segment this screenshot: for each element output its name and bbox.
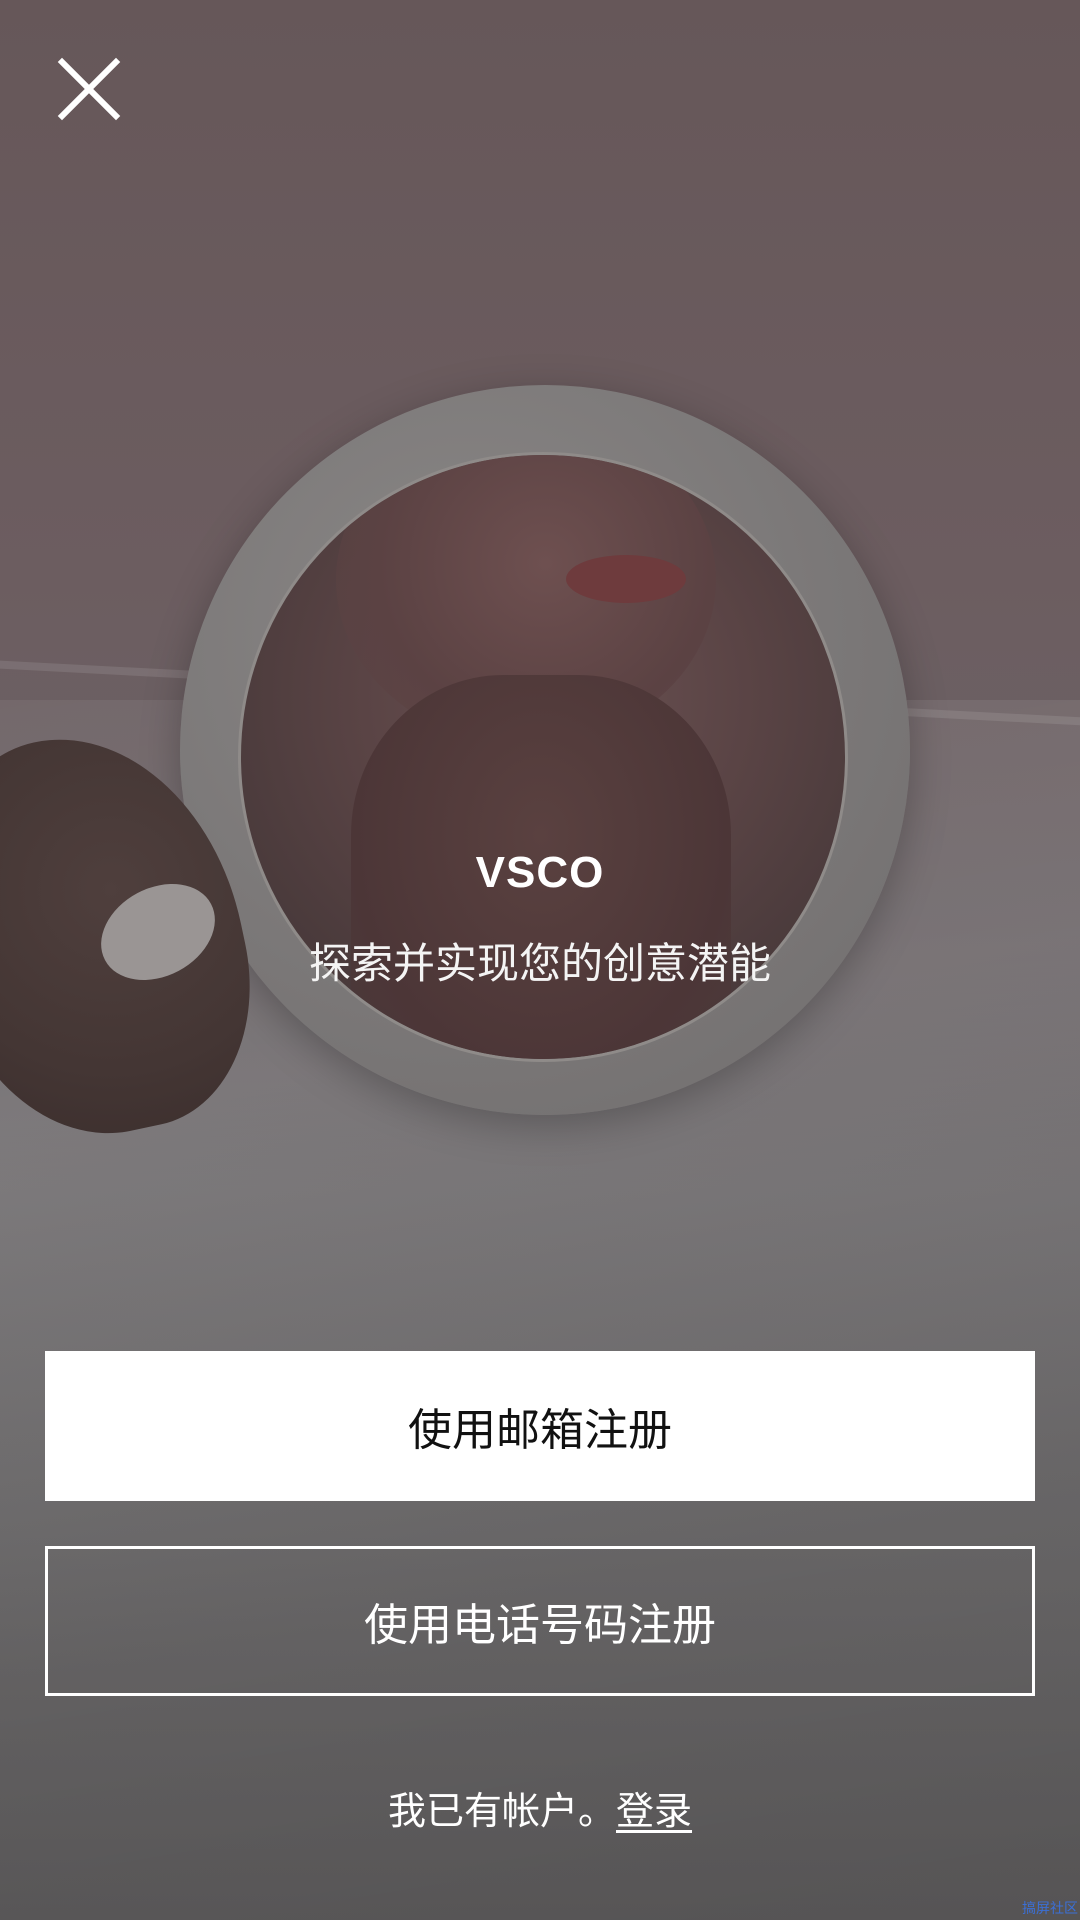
login-link[interactable]: 登录 [616,1789,692,1833]
close-button[interactable] [50,50,128,128]
signup-screen: VSCO 探索并实现您的创意潜能 使用邮箱注册 使用电话号码注册 我已有帐户。登… [0,0,1080,1920]
login-prompt: 我已有帐户。登录 [0,1780,1080,1835]
close-icon [57,57,121,121]
email-signup-button[interactable]: 使用邮箱注册 [45,1351,1035,1501]
watermark: 搞屏社区 [1022,1901,1078,1917]
phone-signup-label: 使用电话号码注册 [364,1600,716,1651]
reflection-lips [566,555,686,603]
tagline: 探索并实现您的创意潜能 [308,939,771,988]
brand-title: VSCO [475,848,605,897]
phone-signup-button[interactable]: 使用电话号码注册 [45,1546,1035,1696]
existing-account-text: 我已有帐户。 [387,1789,616,1833]
email-signup-label: 使用邮箱注册 [408,1405,672,1456]
